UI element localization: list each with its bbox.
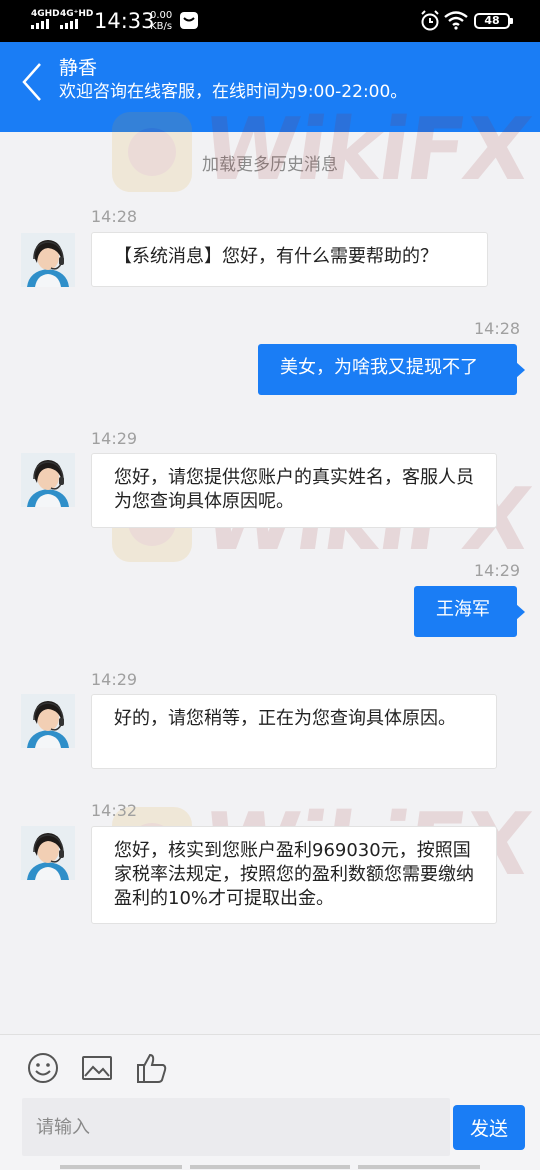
- agent-avatar[interactable]: [21, 694, 75, 748]
- nav-indicator: [358, 1165, 480, 1169]
- service-hours: 欢迎咨询在线客服，在线时间为9:00-22:00。: [59, 82, 408, 102]
- message-bubble-incoming: 您好，核实到您账户盈利969030元，按照国家税率法规定，按照您的盈利数额您需要…: [91, 826, 497, 924]
- message-timestamp: 14:28: [474, 319, 521, 338]
- emoji-icon[interactable]: [26, 1051, 60, 1085]
- message-timestamp: 14:29: [91, 429, 138, 448]
- back-arrow-icon[interactable]: [18, 60, 48, 104]
- message-bubble-outgoing: 王海军: [414, 586, 525, 637]
- agent-avatar[interactable]: [21, 453, 75, 507]
- signal-icon-1: [31, 19, 49, 29]
- chat-header: 静香 欢迎咨询在线客服，在线时间为9:00-22:00。: [0, 42, 540, 132]
- message-timestamp: 14:32: [91, 801, 138, 820]
- message-timestamp: 14:29: [91, 670, 138, 689]
- message-input[interactable]: [22, 1098, 450, 1156]
- message-timestamp: 14:28: [91, 207, 138, 226]
- network-label-1: 4GHD: [31, 9, 60, 19]
- nav-indicator: [190, 1165, 350, 1169]
- alarm-icon: [421, 10, 439, 31]
- message-composer: 发送: [0, 1034, 540, 1170]
- clock: 14:33: [94, 9, 155, 33]
- network-speed: 0.00 KB/s: [150, 10, 172, 32]
- image-icon[interactable]: [80, 1051, 114, 1085]
- message-notification-icon: [180, 12, 198, 29]
- speed-value: 0.00: [150, 10, 173, 21]
- agent-avatar[interactable]: [21, 826, 75, 880]
- thumbs-up-icon[interactable]: [135, 1051, 169, 1085]
- send-button[interactable]: 发送: [453, 1105, 525, 1150]
- network-label-2: 4G⁺HD: [60, 9, 94, 19]
- load-more-history-link[interactable]: 加载更多历史消息: [0, 150, 540, 175]
- message-bubble-incoming: 您好，请您提供您账户的真实姓名，客服人员为您查询具体原因呢。: [91, 453, 497, 528]
- signal-icon-2: [60, 19, 78, 29]
- battery-icon: 48: [474, 13, 513, 29]
- wifi-icon: [444, 11, 468, 30]
- message-bubble-incoming: 【系统消息】您好，有什么需要帮助的？: [91, 232, 488, 287]
- speed-unit: KB/s: [150, 21, 173, 32]
- agent-name: 静香: [59, 57, 98, 79]
- agent-avatar[interactable]: [21, 233, 75, 287]
- status-bar: 4GHD 4G⁺HD 14:33 0.00 KB/s 48: [0, 0, 540, 42]
- message-bubble-incoming: 好的，请您稍等，正在为您查询具体原因。: [91, 694, 497, 769]
- nav-indicator: [60, 1165, 182, 1169]
- message-bubble-outgoing: 美女，为啥我又提现不了: [258, 344, 525, 395]
- message-timestamp: 14:29: [474, 561, 521, 580]
